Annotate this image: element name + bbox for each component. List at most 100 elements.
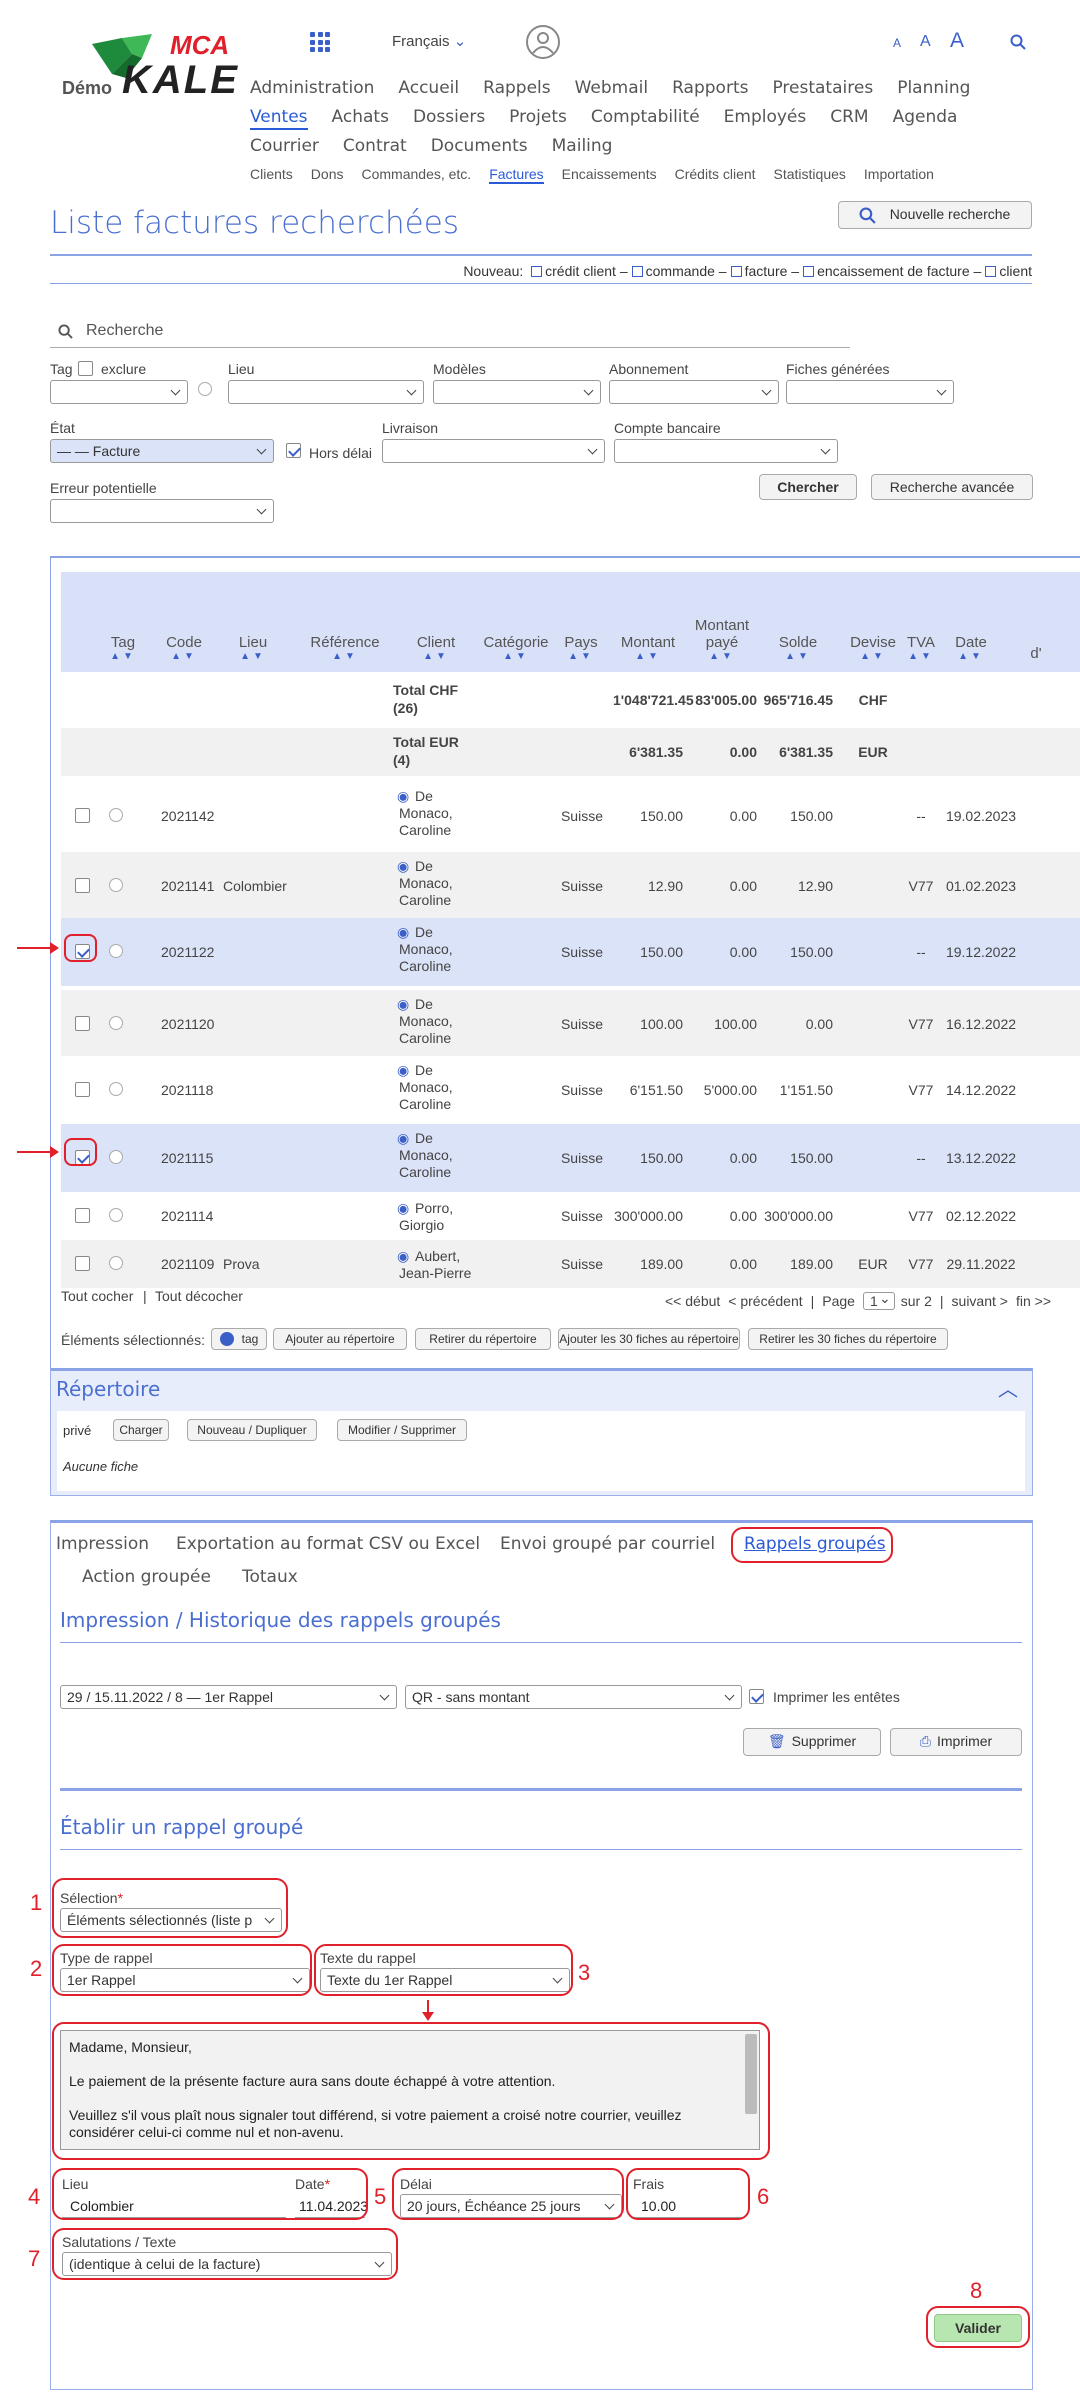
tab-item[interactable]: Totaux <box>242 1567 298 1587</box>
apps-grid-icon[interactable] <box>310 32 330 52</box>
lieu-select[interactable] <box>228 380 424 404</box>
nav-item-rappels[interactable]: Rappels <box>483 74 550 103</box>
tab-item[interactable]: Envoi groupé par courriel <box>500 1534 715 1554</box>
etat-select[interactable]: — — Facture <box>50 439 274 463</box>
subnav-item[interactable]: Clients <box>250 166 293 182</box>
nav-item-employés[interactable]: Employés <box>724 103 807 132</box>
eye-icon[interactable]: ◉ <box>397 788 409 805</box>
subnav-item[interactable]: Crédits client <box>675 166 756 182</box>
user-avatar-icon[interactable] <box>526 25 560 59</box>
sort-arrows-icon[interactable]: ▲▼ <box>613 651 683 662</box>
search-icon[interactable] <box>1010 34 1026 50</box>
row-radio[interactable] <box>109 1256 123 1270</box>
selection-action-button[interactable]: Retirer les 30 fiches du répertoire <box>748 1328 948 1350</box>
nav-item-dossiers[interactable]: Dossiers <box>413 103 485 132</box>
modifier-supprimer-button[interactable]: Modifier / Supprimer <box>337 1419 467 1441</box>
row-checkbox[interactable] <box>75 1208 90 1223</box>
pager-precedent-link[interactable]: < précédent <box>728 1293 802 1309</box>
font-medium-button[interactable]: A <box>920 33 931 51</box>
nav-item-rapports[interactable]: Rapports <box>672 74 748 103</box>
sort-arrows-icon[interactable]: ▲▼ <box>223 651 283 662</box>
exclude-checkbox[interactable] <box>78 361 93 376</box>
nav-item-ventes[interactable]: Ventes <box>250 106 308 130</box>
table-row[interactable]: 2021115 ◉ De Monaco, Caroline Suisse 150.00 0.0… <box>61 1124 1080 1192</box>
row-checkbox[interactable] <box>75 1256 90 1271</box>
nav-item-planning[interactable]: Planning <box>897 74 970 103</box>
column-header[interactable]: Client ▲▼ <box>401 572 471 672</box>
nav-item-webmail[interactable]: Webmail <box>575 74 649 103</box>
sort-arrows-icon[interactable]: ▲▼ <box>559 651 603 662</box>
column-header[interactable]: Référence ▲▼ <box>303 572 387 672</box>
selection-action-button[interactable]: Ajouter au répertoire <box>273 1328 407 1350</box>
eye-icon[interactable]: ◉ <box>397 1200 409 1217</box>
column-header[interactable]: Solde ▲▼ <box>763 572 833 672</box>
pager-debut-link[interactable]: << début <box>665 1293 720 1309</box>
pager-fin-link[interactable]: fin >> <box>1016 1293 1051 1309</box>
tag-select[interactable] <box>50 380 188 404</box>
table-row[interactable]: 2021114 ◉ Porro, Giorgio Suisse 300'000.00 0.0… <box>61 1192 1080 1240</box>
eye-icon[interactable]: ◉ <box>397 858 409 875</box>
sort-arrows-icon[interactable]: ▲▼ <box>161 651 207 662</box>
nav-item-projets[interactable]: Projets <box>509 103 567 132</box>
subnav-item[interactable]: Commandes, etc. <box>361 166 471 182</box>
new-link[interactable]: commande <box>646 263 715 279</box>
row-radio[interactable] <box>109 1016 123 1030</box>
sort-arrows-icon[interactable]: ▲▼ <box>843 651 903 662</box>
imprimer-entetes-checkbox[interactable] <box>749 1689 764 1704</box>
tab-item[interactable]: Exportation au format CSV ou Excel <box>176 1534 480 1554</box>
eye-icon[interactable]: ◉ <box>397 1062 409 1079</box>
column-header[interactable]: TVA ▲▼ <box>903 572 939 672</box>
column-header[interactable]: Catégorie ▲▼ <box>481 572 551 672</box>
eye-icon[interactable]: ◉ <box>397 924 409 941</box>
new-link[interactable]: encaissement de facture <box>817 263 970 279</box>
livraison-select[interactable] <box>382 439 605 463</box>
nav-item-contrat[interactable]: Contrat <box>343 132 407 161</box>
chercher-button[interactable]: Chercher <box>759 474 857 500</box>
table-row[interactable]: 2021142 ◉ De Monaco, Caroline Suisse 150.00 0.0… <box>61 782 1080 850</box>
chevron-up-icon[interactable]: ︿ <box>998 1373 1018 1402</box>
row-radio[interactable] <box>109 878 123 892</box>
column-header[interactable]: Montant ▲▼ <box>613 572 683 672</box>
eye-icon[interactable]: ◉ <box>397 1248 409 1265</box>
tout-decocher-link[interactable]: Tout décocher <box>155 1288 243 1304</box>
sort-arrows-icon[interactable]: ▲▼ <box>941 651 1001 662</box>
tout-cocher-link[interactable]: Tout cocher <box>61 1288 133 1304</box>
column-header[interactable]: Code ▲▼ <box>161 572 207 672</box>
nav-item-accueil[interactable]: Accueil <box>398 74 459 103</box>
subnav-item[interactable]: Factures <box>489 166 544 184</box>
qr-select[interactable]: QR - sans montant <box>405 1685 742 1709</box>
tab-item[interactable]: Impression <box>56 1534 149 1554</box>
table-row[interactable]: 2021122 ◉ De Monaco, Caroline Suisse 150.00 0.0… <box>61 918 1080 986</box>
tag-radio[interactable] <box>198 382 212 396</box>
table-row[interactable]: 2021120 ◉ De Monaco, Caroline Suisse 100.00 100… <box>61 990 1080 1058</box>
selection-action-button[interactable]: tag <box>211 1328 267 1350</box>
row-radio[interactable] <box>109 944 123 958</box>
subnav-item[interactable]: Importation <box>864 166 934 182</box>
table-row[interactable]: 2021109 Prova ◉ Aubert, Jean-Pierre Suisse 189… <box>61 1240 1080 1288</box>
nav-item-prestataires[interactable]: Prestataires <box>772 74 873 103</box>
nav-item-comptabilité[interactable]: Comptabilité <box>591 103 700 132</box>
language-select[interactable]: Français ⌄ <box>392 32 466 50</box>
new-link[interactable]: facture <box>745 263 788 279</box>
column-header[interactable]: Pays ▲▼ <box>559 572 603 672</box>
font-small-button[interactable]: A <box>893 36 901 50</box>
row-radio[interactable] <box>109 1082 123 1096</box>
row-checkbox[interactable] <box>75 1082 90 1097</box>
sort-arrows-icon[interactable]: ▲▼ <box>903 651 939 662</box>
sort-arrows-icon[interactable]: ▲▼ <box>303 651 387 662</box>
compte-select[interactable] <box>614 439 838 463</box>
table-row[interactable]: 2021118 ◉ De Monaco, Caroline Suisse 6'151.50 5… <box>61 1056 1080 1124</box>
eye-icon[interactable]: ◉ <box>397 996 409 1013</box>
subnav-item[interactable]: Statistiques <box>774 166 846 182</box>
hors-delai-checkbox[interactable] <box>286 443 301 458</box>
selection-action-button[interactable]: Retirer du répertoire <box>415 1328 551 1350</box>
sort-arrows-icon[interactable]: ▲▼ <box>763 651 833 662</box>
page-select[interactable]: 1 ⌄ <box>862 1290 895 1310</box>
logo[interactable]: MCA KALE Démo <box>62 30 242 110</box>
row-checkbox[interactable] <box>75 878 90 893</box>
imprimer-button[interactable]: ⎙ Imprimer <box>890 1728 1022 1756</box>
row-checkbox[interactable] <box>75 808 90 823</box>
nav-item-mailing[interactable]: Mailing <box>552 132 613 161</box>
nav-item-agenda[interactable]: Agenda <box>893 103 958 132</box>
column-header[interactable]: Devise ▲▼ <box>843 572 903 672</box>
